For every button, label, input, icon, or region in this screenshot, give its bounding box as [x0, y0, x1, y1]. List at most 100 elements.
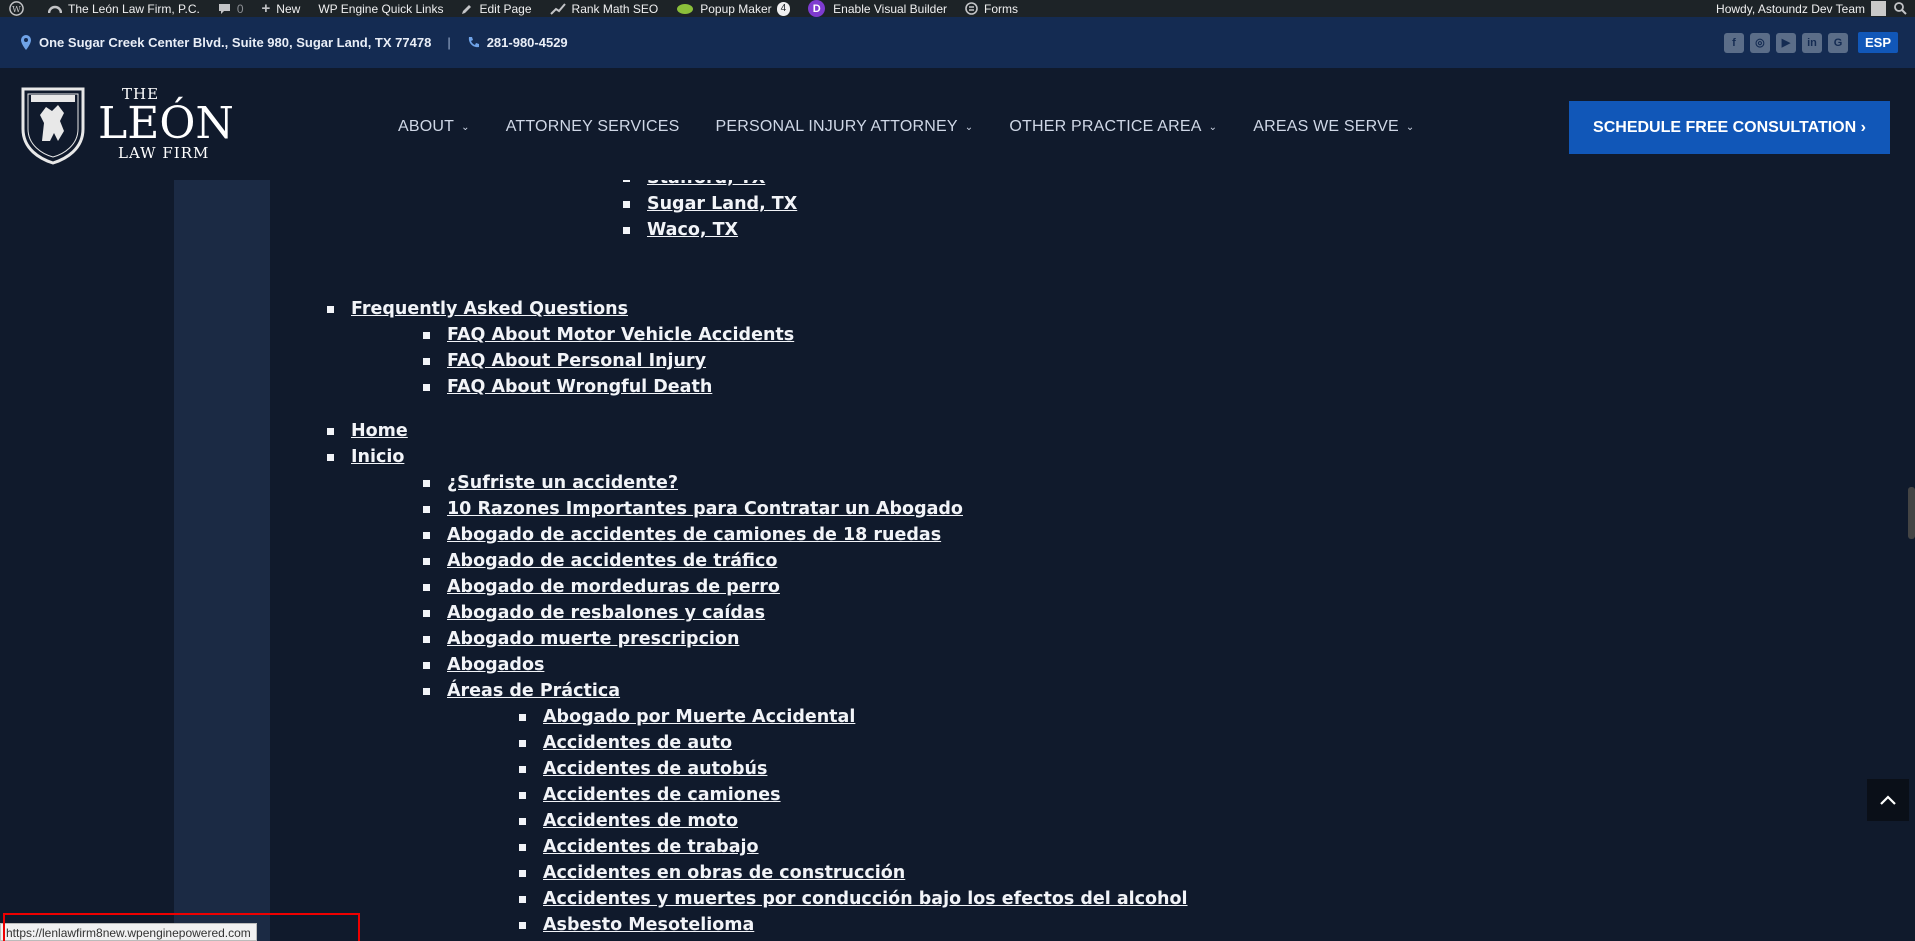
nav-other-practice-area[interactable]: OTHER PRACTICE AREA ⌄	[1009, 118, 1217, 136]
site-logo[interactable]: THE LEÓN LAW FIRM	[18, 83, 234, 165]
bullet	[423, 479, 430, 487]
address-link[interactable]: One Sugar Creek Center Blvd., Suite 980,…	[20, 35, 431, 50]
popup-maker-link[interactable]: Popup Maker 4	[667, 0, 799, 17]
list-item[interactable]: Áreas de Práctica	[423, 681, 620, 701]
pencil-icon	[462, 4, 472, 14]
bullet	[519, 713, 526, 721]
rank-math-label: Rank Math SEO	[571, 1, 659, 16]
scroll-to-top-button[interactable]	[1867, 779, 1909, 821]
bullet	[423, 687, 430, 695]
wordpress-logo-icon[interactable]: W	[0, 0, 39, 17]
plus-icon: +	[261, 0, 271, 17]
google-icon[interactable]: G	[1827, 32, 1848, 53]
list-item[interactable]: Abogado de mordeduras de perro	[423, 577, 780, 597]
map-pin-icon	[21, 35, 31, 50]
nav-other-practice-label: OTHER PRACTICE AREA	[1009, 118, 1202, 135]
link-sugar-land: Sugar Land, TX	[647, 194, 798, 214]
list-item[interactable]: Abogado de accidentes de camiones de 18 …	[423, 525, 941, 545]
list-item[interactable]: FAQ About Wrongful Death	[423, 377, 712, 397]
rank-math-link[interactable]: Rank Math SEO	[541, 0, 668, 17]
chevron-down-icon: ⌄	[964, 121, 974, 133]
link-stafford: Stafford, TX	[647, 180, 765, 188]
list-item[interactable]: Accidentes de autobús	[519, 759, 767, 779]
nav-about[interactable]: ABOUT ⌄	[398, 118, 470, 136]
link-inicio-item: Áreas de Práctica	[447, 681, 621, 701]
phone-text: 281-980-4529	[486, 35, 568, 50]
site-header: THE LEÓN LAW FIRM ABOUT ⌄ ATTORNEY SERVIC…	[0, 68, 1915, 180]
bullet	[327, 305, 334, 313]
phone-link[interactable]: 281-980-4529	[467, 35, 568, 50]
site-name-label: The León Law Firm, P.C.	[68, 1, 200, 16]
bullet	[423, 531, 430, 539]
search-icon[interactable]	[1894, 2, 1907, 15]
comments-count: 0	[236, 1, 244, 16]
list-item[interactable]: Stafford, TX	[623, 180, 765, 188]
list-item[interactable]: 10 Razones Importantes para Contratar un…	[423, 499, 963, 519]
bullet	[327, 427, 334, 435]
nav-areas-we-serve[interactable]: AREAS WE SERVE ⌄	[1253, 118, 1414, 136]
scrollbar-thumb[interactable]	[1908, 487, 1915, 539]
new-label: New	[276, 1, 301, 16]
avatar[interactable]	[1871, 1, 1886, 16]
list-item[interactable]: Accidentes de camiones	[519, 785, 781, 805]
edit-page-label: Edit Page	[479, 1, 532, 16]
list-item[interactable]: Accidentes de trabajo	[519, 837, 759, 857]
edit-page-link[interactable]: Edit Page	[452, 0, 540, 17]
admin-site-name[interactable]: The León Law Firm, P.C.	[39, 0, 209, 17]
nav-attorney-services-label: ATTORNEY SERVICES	[505, 118, 680, 135]
sitemap-list: Stafford, TX Sugar Land, TX Waco, TX Fre…	[0, 180, 1200, 941]
list-item[interactable]: FAQ About Motor Vehicle Accidents	[423, 325, 794, 345]
bullet	[519, 791, 526, 799]
bullet	[519, 921, 526, 929]
wpengine-quick-links[interactable]: WP Engine Quick Links	[309, 0, 452, 17]
list-item[interactable]: Accidentes de moto	[519, 811, 738, 831]
popup-count-badge: 4	[776, 1, 791, 16]
link-inicio-item: Abogado de mordeduras de perro	[447, 577, 780, 597]
bullet	[423, 609, 430, 617]
youtube-icon[interactable]: ▶	[1775, 32, 1796, 53]
bullet	[623, 180, 630, 182]
list-item[interactable]: FAQ About Personal Injury	[423, 351, 706, 371]
forms-link[interactable]: Forms	[956, 0, 1027, 17]
chevron-down-icon: ⌄	[1405, 121, 1415, 133]
list-item[interactable]: Frequently Asked Questions	[327, 299, 628, 319]
list-item[interactable]: Waco, TX	[623, 220, 738, 240]
list-item[interactable]: Accidentes de auto	[519, 733, 732, 753]
link-area-item: Accidentes de auto	[543, 733, 733, 753]
list-item[interactable]: Accidentes y muertes por conducción bajo…	[519, 889, 1188, 909]
list-item[interactable]: Abogado muerte prescripcion	[423, 629, 739, 649]
list-item[interactable]: Sugar Land, TX	[623, 194, 797, 214]
new-content-link[interactable]: + New	[253, 0, 310, 17]
nav-attorney-services[interactable]: ATTORNEY SERVICES	[506, 118, 680, 136]
link-area-item: Accidentes de camiones	[543, 785, 781, 805]
link-inicio-item: ¿Sufriste un accidente?	[447, 473, 679, 493]
list-item[interactable]: Inicio	[327, 447, 404, 467]
list-item[interactable]: Abogado de accidentes de tráfico	[423, 551, 777, 571]
comment-icon	[218, 3, 230, 14]
link-area-item: Asbesto Mesotelioma	[543, 915, 755, 935]
list-item[interactable]: Accidentes en obras de construcción	[519, 863, 905, 883]
chevron-up-icon	[1880, 795, 1896, 805]
link-area-item: Accidentes y muertes por conducción bajo…	[543, 889, 1188, 909]
list-item[interactable]: Abogado de resbalones y caídas	[423, 603, 765, 623]
facebook-icon[interactable]: f	[1723, 32, 1744, 53]
list-item[interactable]: Asbesto Mesotelioma	[519, 915, 754, 935]
bullet	[423, 357, 430, 365]
dashboard-icon	[48, 5, 62, 13]
visual-builder-link[interactable]: D Enable Visual Builder	[799, 0, 956, 17]
instagram-icon[interactable]: ◎	[1749, 32, 1770, 53]
nav-personal-injury-attorney[interactable]: PERSONAL INJURY ATTORNEY ⌄	[716, 118, 974, 136]
crest-shield-icon	[21, 87, 85, 165]
list-item[interactable]: Abogados	[423, 655, 544, 675]
list-item[interactable]: ¿Sufriste un accidente?	[423, 473, 678, 493]
svg-text:W: W	[12, 4, 21, 14]
comments-link[interactable]: 0	[209, 0, 253, 17]
linkedin-icon[interactable]: in	[1801, 32, 1822, 53]
list-item[interactable]: Abogado por Muerte Accidental	[519, 707, 855, 727]
bullet	[423, 635, 430, 643]
howdy-user[interactable]: Howdy, Astoundz Dev Team	[1716, 2, 1865, 16]
list-item[interactable]: Home	[327, 421, 408, 441]
nav-personal-injury-label: PERSONAL INJURY ATTORNEY	[715, 118, 958, 135]
schedule-consultation-button[interactable]: SCHEDULE FREE CONSULTATION ›	[1569, 101, 1890, 154]
language-switch-esp[interactable]: ESP	[1857, 32, 1898, 53]
